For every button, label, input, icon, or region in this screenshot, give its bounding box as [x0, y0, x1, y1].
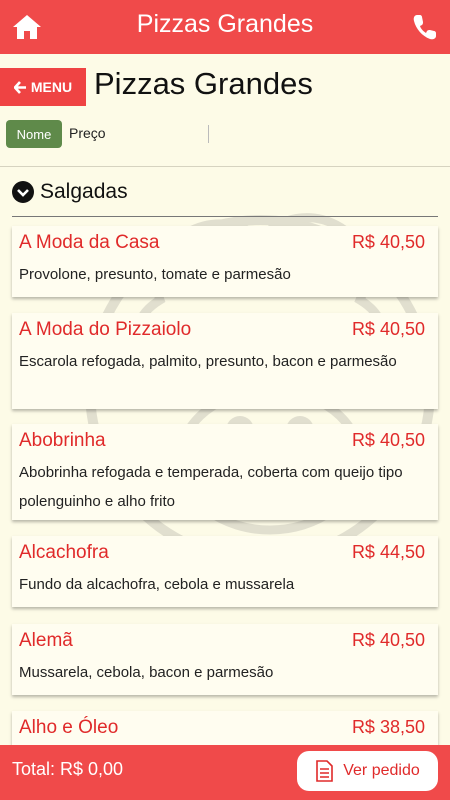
chevron-down-circle-icon — [12, 181, 34, 203]
top-app-bar: Pizzas Grandes — [0, 0, 450, 54]
product-price: R$ 40,50 — [351, 319, 425, 339]
category-header-salgadas[interactable]: Salgadas — [12, 180, 128, 204]
phone-icon[interactable] — [412, 13, 438, 41]
menu-button[interactable]: MENU — [0, 68, 86, 106]
product-card[interactable]: Abobrinha R$ 40,50 Abobrinha refogada e … — [12, 424, 438, 520]
product-name: A Moda da Casa — [19, 232, 160, 253]
section-divider — [12, 216, 438, 217]
product-name: Alemã — [19, 630, 73, 651]
page-title: Pizzas Grandes — [94, 66, 313, 101]
product-card[interactable]: Alemã R$ 40,50 Mussarela, cebola, bacon … — [12, 624, 438, 695]
product-price: R$ 40,50 — [351, 630, 425, 650]
product-card[interactable]: A Moda do Pizzaiolo R$ 40,50 Escarola re… — [12, 313, 438, 409]
product-price: R$ 44,50 — [351, 542, 425, 562]
order-total: Total: R$ 0,00 — [12, 759, 124, 779]
view-order-button[interactable]: Ver pedido — [297, 751, 438, 791]
header-divider — [0, 166, 450, 167]
product-description: Mussarela, cebola, bacon e parmesão — [19, 664, 274, 681]
menu-label: MENU — [30, 79, 73, 95]
app-title: Pizzas Grandes — [136, 10, 314, 38]
view-order-label: Ver pedido — [343, 762, 420, 779]
product-description: Provolone, presunto, tomate e parmesão — [19, 266, 291, 283]
sort-by-price-button[interactable]: Preço — [69, 125, 106, 141]
product-name: Alcachofra — [19, 542, 109, 563]
product-price: R$ 40,50 — [351, 232, 425, 252]
home-icon[interactable] — [12, 13, 42, 41]
product-name: Abobrinha — [19, 430, 106, 451]
product-description: Escarola refogada, palmito, presunto, ba… — [19, 353, 397, 370]
sort-divider — [208, 125, 209, 143]
product-name: A Moda do Pizzaiolo — [19, 319, 192, 340]
product-name: Alho e Óleo — [19, 717, 119, 738]
category-label: Salgadas — [40, 180, 128, 203]
product-description: Abobrinha refogada e temperada, coberta … — [19, 464, 403, 510]
arrow-left-icon — [13, 80, 26, 94]
sort-by-name-button[interactable]: Nome — [6, 120, 62, 148]
product-card[interactable]: A Moda da Casa R$ 40,50 Provolone, presu… — [12, 226, 438, 297]
product-description: Fundo da alcachofra, cebola e mussarela — [19, 576, 295, 593]
document-icon — [316, 760, 334, 782]
product-price: R$ 38,50 — [351, 717, 425, 737]
product-card[interactable]: Alcachofra R$ 44,50 Fundo da alcachofra,… — [12, 536, 438, 607]
order-summary-bar: Total: R$ 0,00 Ver pedido — [0, 745, 450, 800]
product-price: R$ 40,50 — [351, 430, 425, 450]
